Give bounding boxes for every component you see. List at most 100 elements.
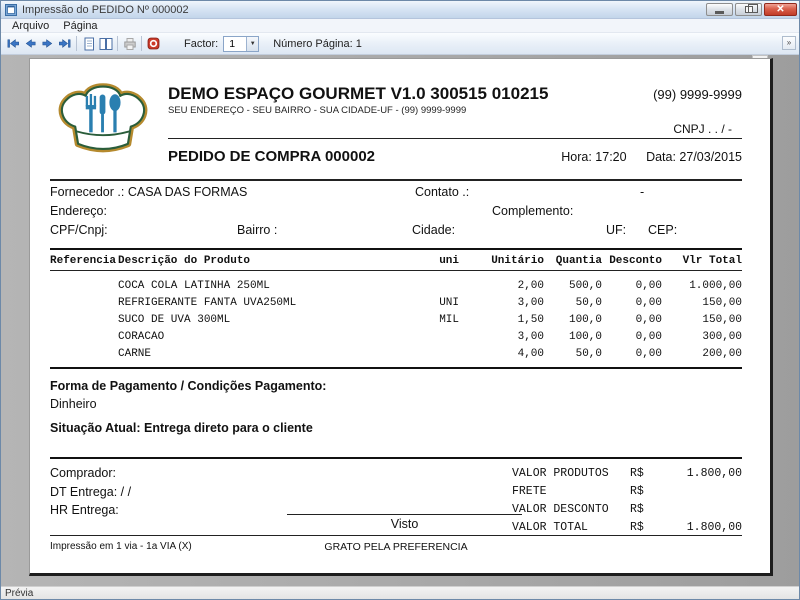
total-label: VALOR PRODUTOS <box>512 467 609 480</box>
toolbar: Factor: 1 ▼ Número Página: 1 » <box>1 33 799 55</box>
items-table-header: Referencia Descrição do Produto uni Unit… <box>50 250 742 270</box>
factor-value: 1 <box>229 37 236 50</box>
cell-descricao: CARNE <box>118 347 152 360</box>
two-pages-icon <box>99 37 112 50</box>
first-page-icon <box>7 39 19 48</box>
document-header: DEMO ESPAÇO GOURMET V1.0 300515 010215 S… <box>50 71 742 175</box>
cell-quantia: 100,0 <box>568 330 602 343</box>
complemento-label: Complemento: <box>492 204 574 218</box>
cell-desconto: 0,00 <box>635 313 662 326</box>
last-page-button[interactable] <box>56 34 73 54</box>
preview-area[interactable]: DEMO ESPAÇO GOURMET V1.0 300515 010215 S… <box>1 55 799 586</box>
cell-vlr_total: 150,00 <box>702 296 742 309</box>
order-title: PEDIDO DE COMPRA 000002 <box>168 148 376 165</box>
cnpj-field: CNPJ . . / - <box>673 122 732 136</box>
title-bar: Impressão do PEDIDO Nº 000002 ✕ <box>1 1 799 19</box>
app-icon <box>5 3 17 16</box>
fornecedor-label: Fornecedor .: <box>50 185 125 199</box>
next-page-icon <box>42 39 53 48</box>
total-row: VALOR DESCONTO R$ <box>512 501 742 519</box>
single-page-view-button[interactable] <box>80 34 97 54</box>
next-page-button[interactable] <box>39 34 56 54</box>
cell-uni: MIL <box>439 313 459 326</box>
printer-icon <box>123 37 136 50</box>
two-page-view-button[interactable] <box>97 34 114 54</box>
prev-page-icon <box>25 39 36 48</box>
app-window: Impressão do PEDIDO Nº 000002 ✕ Arquivo … <box>0 0 800 600</box>
situacao-label: Situação Atual: Entrega direto para o cl… <box>50 421 313 435</box>
contato-label: Contato .: <box>415 185 470 199</box>
totals-block: VALOR PRODUTOS R$ 1.800,00 FRETE R$ VALOR DES… <box>512 465 742 537</box>
status-bar: Prévia <box>1 586 799 599</box>
supplier-block: Fornecedor .: CASA DAS FORMAS Contato .:… <box>50 179 742 242</box>
currency-label: R$ <box>630 485 644 498</box>
payment-label: Forma de Pagamento / Condições Pagamento… <box>50 379 327 393</box>
cell-unitario: 3,00 <box>517 330 544 343</box>
divider <box>168 138 742 139</box>
cep-label: CEP: <box>648 223 678 237</box>
cell-desconto: 0,00 <box>635 279 662 292</box>
cell-unitario: 3,00 <box>517 296 544 309</box>
total-label: VALOR DESCONTO <box>512 503 609 516</box>
signature-line <box>287 514 522 515</box>
contato-value: - <box>640 185 645 199</box>
first-page-button[interactable] <box>5 34 22 54</box>
single-page-icon <box>84 37 94 50</box>
factor-select[interactable]: 1 ▼ <box>223 35 260 52</box>
endereco-label: Endereço: <box>50 204 107 218</box>
uf-label: UF: <box>606 223 627 237</box>
minimize-button[interactable] <box>706 3 733 16</box>
header-desconto: Desconto <box>609 255 662 267</box>
menu-arquivo[interactable]: Arquivo <box>5 20 56 32</box>
prev-page-button[interactable] <box>22 34 39 54</box>
toolbar-separator <box>117 36 118 51</box>
page-number-label: Número Página: 1 <box>273 37 362 50</box>
table-row: SUCO DE UVA 300ML MIL 1,50 100,0 0,00 150,00 <box>50 311 742 328</box>
total-value <box>660 501 742 519</box>
visto-label: Visto <box>390 517 419 531</box>
window-title: Impressão do PEDIDO Nº 000002 <box>22 3 189 16</box>
header-vlr-total: Vlr Total <box>682 255 742 267</box>
total-row: VALOR PRODUTOS R$ 1.800,00 <box>512 465 742 483</box>
total-label: FRETE <box>512 485 547 498</box>
cell-desconto: 0,00 <box>635 296 662 309</box>
company-name: DEMO ESPAÇO GOURMET V1.0 300515 010215 <box>168 84 549 103</box>
company-phone: (99) 9999-9999 <box>653 87 742 102</box>
factor-label: Factor: <box>184 37 219 50</box>
menu-bar: Arquivo Página <box>1 19 799 33</box>
cell-unitario: 1,50 <box>517 313 544 326</box>
close-preview-button[interactable] <box>145 34 162 54</box>
header-descricao: Descrição do Produto <box>118 255 251 267</box>
restore-button[interactable] <box>735 3 762 16</box>
cell-descricao: COCA COLA LATINHA 250ML <box>118 279 270 292</box>
cell-vlr_total: 1.000,00 <box>689 279 742 292</box>
menu-pagina[interactable]: Página <box>56 20 104 32</box>
cell-desconto: 0,00 <box>635 330 662 343</box>
currency-label: R$ <box>630 503 644 516</box>
currency-label: R$ <box>630 467 644 480</box>
cell-unitario: 4,00 <box>517 347 544 360</box>
table-row: CARNE 4,00 50,0 0,00 200,00 <box>50 345 742 362</box>
cell-vlr_total: 200,00 <box>702 347 742 360</box>
items-table-body: COCA COLA LATINHA 250ML 2,00 500,0 0,00 1.00… <box>50 271 742 367</box>
print-button[interactable] <box>121 34 138 54</box>
thanks-text: GRATO PELA PREFERENCIA <box>324 541 468 553</box>
fornecedor-value: CASA DAS FORMAS <box>127 185 248 199</box>
table-row: REFRIGERANTE FANTA UVA250ML UNI 3,00 50,0 0,… <box>50 294 742 311</box>
cell-descricao: CORACAO <box>118 330 165 343</box>
cell-uni: UNI <box>439 296 459 309</box>
bairro-label: Bairro : <box>237 223 278 237</box>
table-row: COCA COLA LATINHA 250ML 2,00 500,0 0,00 1.00… <box>50 277 742 294</box>
toolbar-overflow-button[interactable]: » <box>782 36 796 50</box>
close-button[interactable]: ✕ <box>764 3 797 16</box>
company-block: DEMO ESPAÇO GOURMET V1.0 300515 010215 S… <box>168 71 742 175</box>
order-date: Data: 27/03/2015 <box>646 150 742 164</box>
header-uni: uni <box>439 255 459 267</box>
total-value: 1.800,00 <box>686 467 742 480</box>
cell-quantia: 100,0 <box>568 313 602 326</box>
chef-hat-logo <box>58 83 148 153</box>
cell-vlr_total: 300,00 <box>702 330 742 343</box>
status-text: Prévia <box>5 587 34 599</box>
company-address: SEU ENDEREÇO - SEU BAIRRO - SUA CIDADE-U… <box>168 105 467 116</box>
cell-descricao: REFRIGERANTE FANTA UVA250ML <box>118 296 297 309</box>
